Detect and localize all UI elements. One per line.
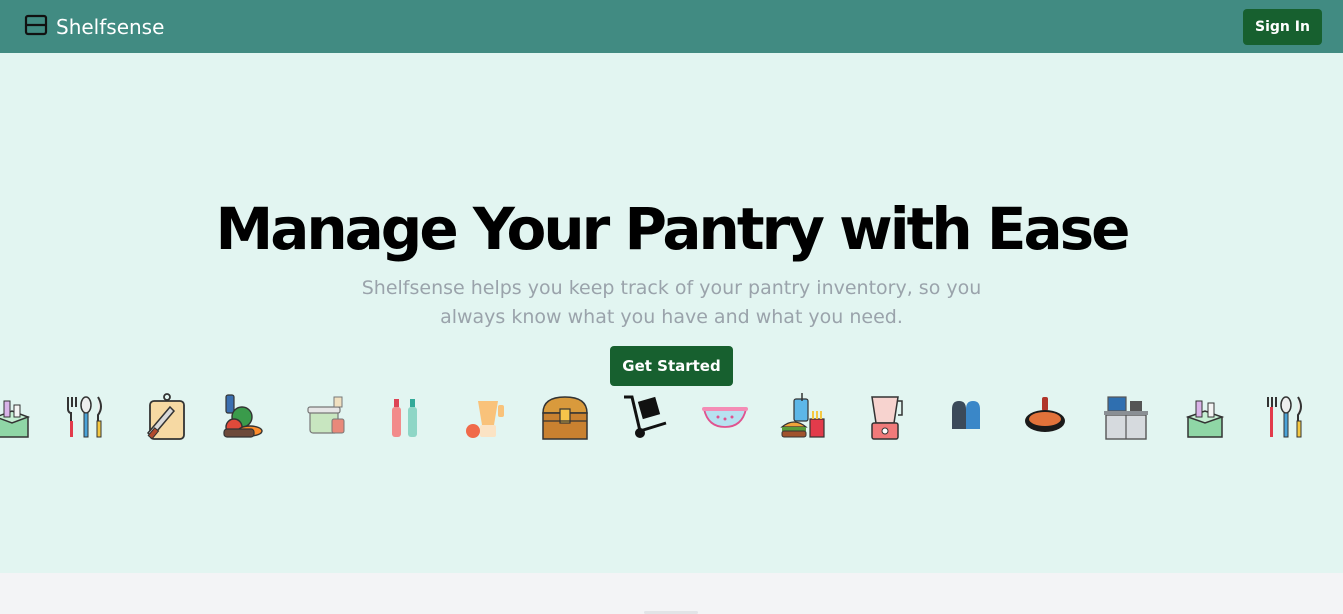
hero-section: Manage Your Pantry with Ease Shelfsense … [0, 53, 1343, 573]
cooking-pot-icon [307, 396, 345, 434]
blender-icon [466, 401, 504, 438]
frying-pan-icon [1025, 397, 1065, 432]
shelf-icon [24, 14, 48, 40]
hero-subtitle: Shelfsense helps you keep track of your … [361, 277, 982, 328]
fast-food-icon [780, 393, 825, 438]
cutting-board-knife-icon [146, 393, 185, 440]
blender-icon [871, 396, 903, 440]
colander-icon [702, 407, 748, 428]
oven-mitts-icon [952, 401, 980, 429]
brand[interactable]: Shelfsense [24, 14, 164, 40]
hand-truck-icon [624, 395, 667, 438]
grocery-box-icon [0, 400, 31, 438]
next-section [0, 573, 1343, 614]
brand-name: Shelfsense [56, 14, 165, 39]
top-navbar: Shelfsense Sign In [0, 0, 1343, 53]
treasure-chest-icon [542, 396, 588, 440]
vegetables-icon [223, 394, 263, 438]
get-started-button[interactable]: Get Started [610, 346, 733, 386]
grocery-box-icon [1185, 400, 1225, 438]
kitchen-counter-icon [1104, 396, 1148, 440]
hero-title: Manage Your Pantry with Ease [215, 195, 1131, 263]
kitchen-icon-carousel [0, 393, 1343, 453]
utensils-icon [67, 396, 102, 438]
sign-in-button[interactable]: Sign In [1243, 8, 1322, 45]
bottles-icon [392, 399, 417, 437]
utensils-icon [1267, 396, 1302, 438]
